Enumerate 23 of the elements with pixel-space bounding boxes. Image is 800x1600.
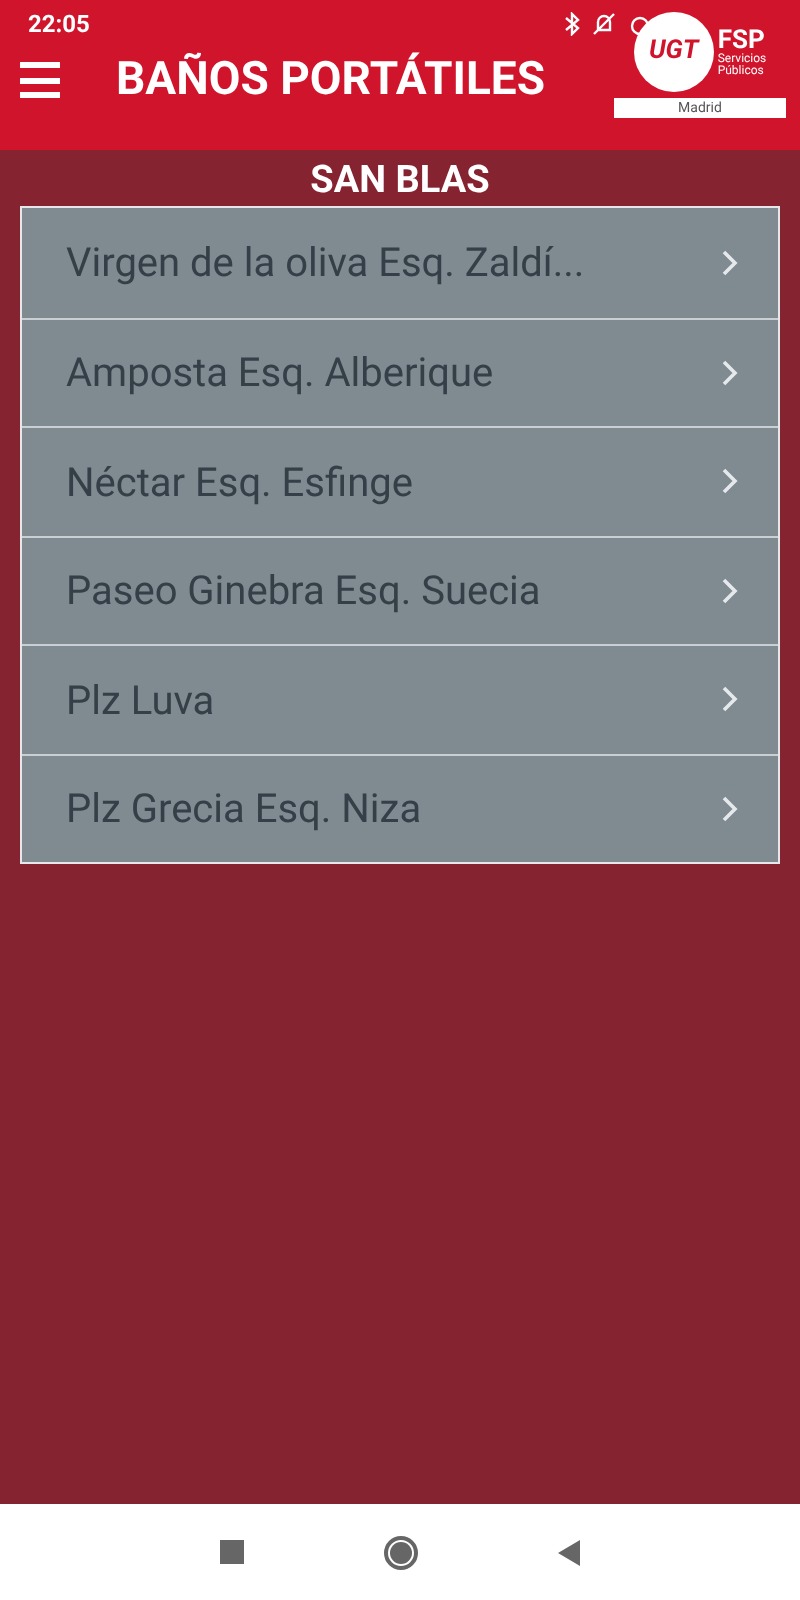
recents-button[interactable]	[219, 1540, 243, 1564]
menu-button[interactable]	[20, 62, 64, 98]
chevron-icon	[722, 468, 738, 495]
chevron-icon	[722, 686, 738, 713]
section-title: SAN BLAS	[308, 154, 492, 206]
list-item[interactable]: Paseo Ginebra Esq. Suecia	[22, 535, 778, 644]
logo-letters: UGT	[648, 34, 699, 71]
chevron-icon	[722, 795, 738, 822]
list-item[interactable]: Amposta Esq. Alberique	[22, 317, 778, 426]
chevron-icon	[722, 249, 738, 276]
chevron-icon	[722, 359, 738, 386]
muted-bell-icon	[592, 12, 616, 36]
bluetooth-icon	[564, 12, 580, 36]
list-item[interactable]: Plz Luva	[22, 644, 778, 753]
list-item[interactable]: Plz Grecia Esq. Niza	[22, 753, 778, 862]
home-button[interactable]	[383, 1535, 417, 1569]
app-title: BAÑOS PORTÁTILES	[116, 49, 545, 110]
list-item[interactable]: Néctar Esq. Esfinge	[22, 426, 778, 535]
chevron-icon	[722, 577, 738, 604]
list-item[interactable]: Virgen de la oliva Esq. Zaldí...	[22, 208, 778, 317]
status-time: 22:05	[28, 8, 90, 42]
back-icon[interactable]	[557, 1539, 581, 1565]
logo-brand: FSP	[717, 27, 765, 53]
